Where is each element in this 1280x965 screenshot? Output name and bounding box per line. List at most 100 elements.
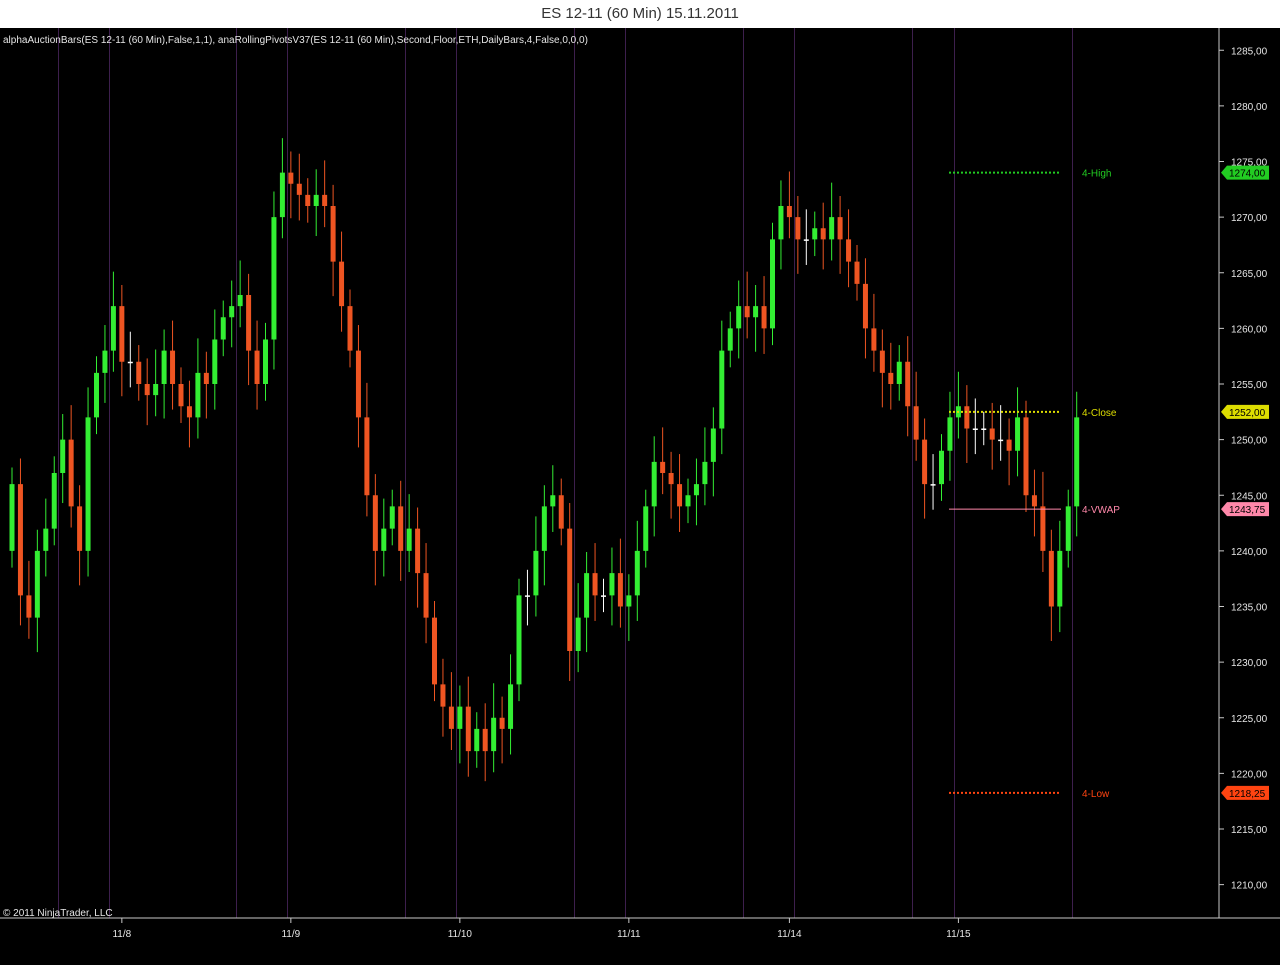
copyright-label: © 2011 NinjaTrader, LLC	[3, 908, 113, 919]
price-chart[interactable]: 4-High 4-Close 4-VWAP 4-Low 1210,00 1215,00 1…	[0, 28, 1280, 965]
candle-body	[364, 417, 370, 496]
candle-body	[279, 172, 285, 218]
candle-body	[1015, 417, 1021, 451]
candle-body	[803, 239, 809, 241]
price-tick-label: 1220,00	[1231, 769, 1268, 780]
candle-body	[398, 506, 404, 551]
candle-body	[448, 706, 454, 729]
candle-body	[795, 217, 801, 240]
candle-body	[237, 295, 243, 307]
candle-body	[761, 306, 767, 329]
candle-body	[837, 217, 843, 240]
price-tick-label: 1260,00	[1231, 324, 1268, 335]
candle-body	[305, 194, 311, 206]
candle-body	[330, 206, 336, 262]
candle-body	[719, 350, 725, 429]
candle-body	[347, 306, 353, 351]
candle-body	[753, 306, 759, 318]
candle-body	[465, 706, 471, 752]
candle-body	[43, 528, 49, 551]
candle-body	[474, 728, 480, 752]
candle-body	[389, 506, 395, 529]
candle-body	[178, 384, 184, 407]
candle-body	[119, 306, 125, 362]
candle-body	[271, 217, 277, 340]
candle-body	[440, 684, 446, 707]
price-marker-text: 1243,75	[1229, 505, 1266, 516]
candle-body	[220, 317, 226, 340]
candle-body	[736, 306, 742, 329]
candle-body	[203, 372, 209, 384]
candle-body	[947, 417, 953, 451]
candle-body	[533, 550, 539, 596]
candle-body	[905, 361, 911, 407]
candle-body	[195, 372, 201, 418]
time-tick-label: 11/9	[281, 929, 300, 940]
candle-body	[998, 439, 1004, 442]
candle-body	[930, 484, 936, 486]
candle-body	[1057, 550, 1063, 607]
candle-body	[626, 595, 632, 607]
time-tick-label: 11/10	[448, 929, 473, 940]
candle-body	[51, 473, 57, 529]
candle-body	[77, 506, 83, 551]
candle-body	[778, 206, 784, 240]
candle-body	[491, 717, 497, 752]
candle-body	[617, 573, 623, 607]
candle-body	[524, 595, 530, 597]
pivot-label-4-low: 4-Low	[1082, 789, 1110, 800]
candle	[516, 578, 522, 702]
candle-body	[1031, 495, 1037, 507]
price-tick-label: 1215,00	[1231, 825, 1268, 836]
time-tick-label: 11/14	[777, 929, 802, 940]
price-marker-4-high: 1274,00	[1221, 165, 1269, 180]
candle-body	[406, 528, 412, 551]
candle-body	[592, 573, 598, 596]
candle-body	[170, 350, 176, 384]
candle-body	[296, 183, 302, 195]
candle-body	[17, 484, 23, 596]
candle-body	[508, 684, 514, 729]
candle-body	[770, 239, 775, 329]
candle-body	[339, 261, 345, 307]
candle-body	[423, 573, 429, 618]
window-title: ES 12-11 (60 Min) 15.11.2011	[0, 0, 1280, 28]
candle-body	[634, 550, 640, 596]
price-marker-text: 1252,00	[1229, 408, 1266, 419]
candle	[1023, 400, 1029, 512]
candle-body	[432, 617, 437, 685]
candle-body	[964, 406, 970, 429]
candle-body	[541, 506, 547, 551]
candle-body	[322, 194, 328, 206]
candle-body	[229, 306, 235, 318]
price-marker-4-close: 1252,00	[1221, 404, 1269, 419]
candle-body	[922, 439, 928, 485]
price-marker-4-vwap: 1243,75	[1221, 502, 1269, 517]
pivot-label-4-close: 4-Close	[1082, 408, 1117, 419]
price-tick-label: 1280,00	[1231, 102, 1268, 113]
candle-body	[372, 495, 378, 551]
candle-body	[153, 384, 159, 396]
candle-body	[1048, 550, 1054, 607]
candle-body	[879, 350, 885, 373]
candle-body	[702, 461, 708, 485]
candle-body	[127, 361, 133, 364]
candle-body	[601, 595, 606, 597]
candle-body	[60, 439, 66, 473]
candle-body	[313, 194, 319, 206]
candle-body	[68, 439, 74, 507]
candle-body	[1006, 439, 1012, 451]
candle-body	[136, 361, 142, 384]
candle-body	[862, 283, 868, 329]
candle-body	[161, 350, 167, 384]
candle-body	[26, 595, 32, 618]
time-tick-label: 11/11	[617, 929, 641, 940]
candle-body	[355, 350, 361, 418]
candle-body	[584, 573, 590, 618]
candle-body	[1023, 417, 1029, 496]
time-tick-label: 11/15	[946, 929, 971, 940]
candle-body	[660, 461, 666, 473]
candle-body	[186, 406, 192, 418]
candle-body	[913, 406, 919, 440]
candle-body	[888, 372, 894, 384]
